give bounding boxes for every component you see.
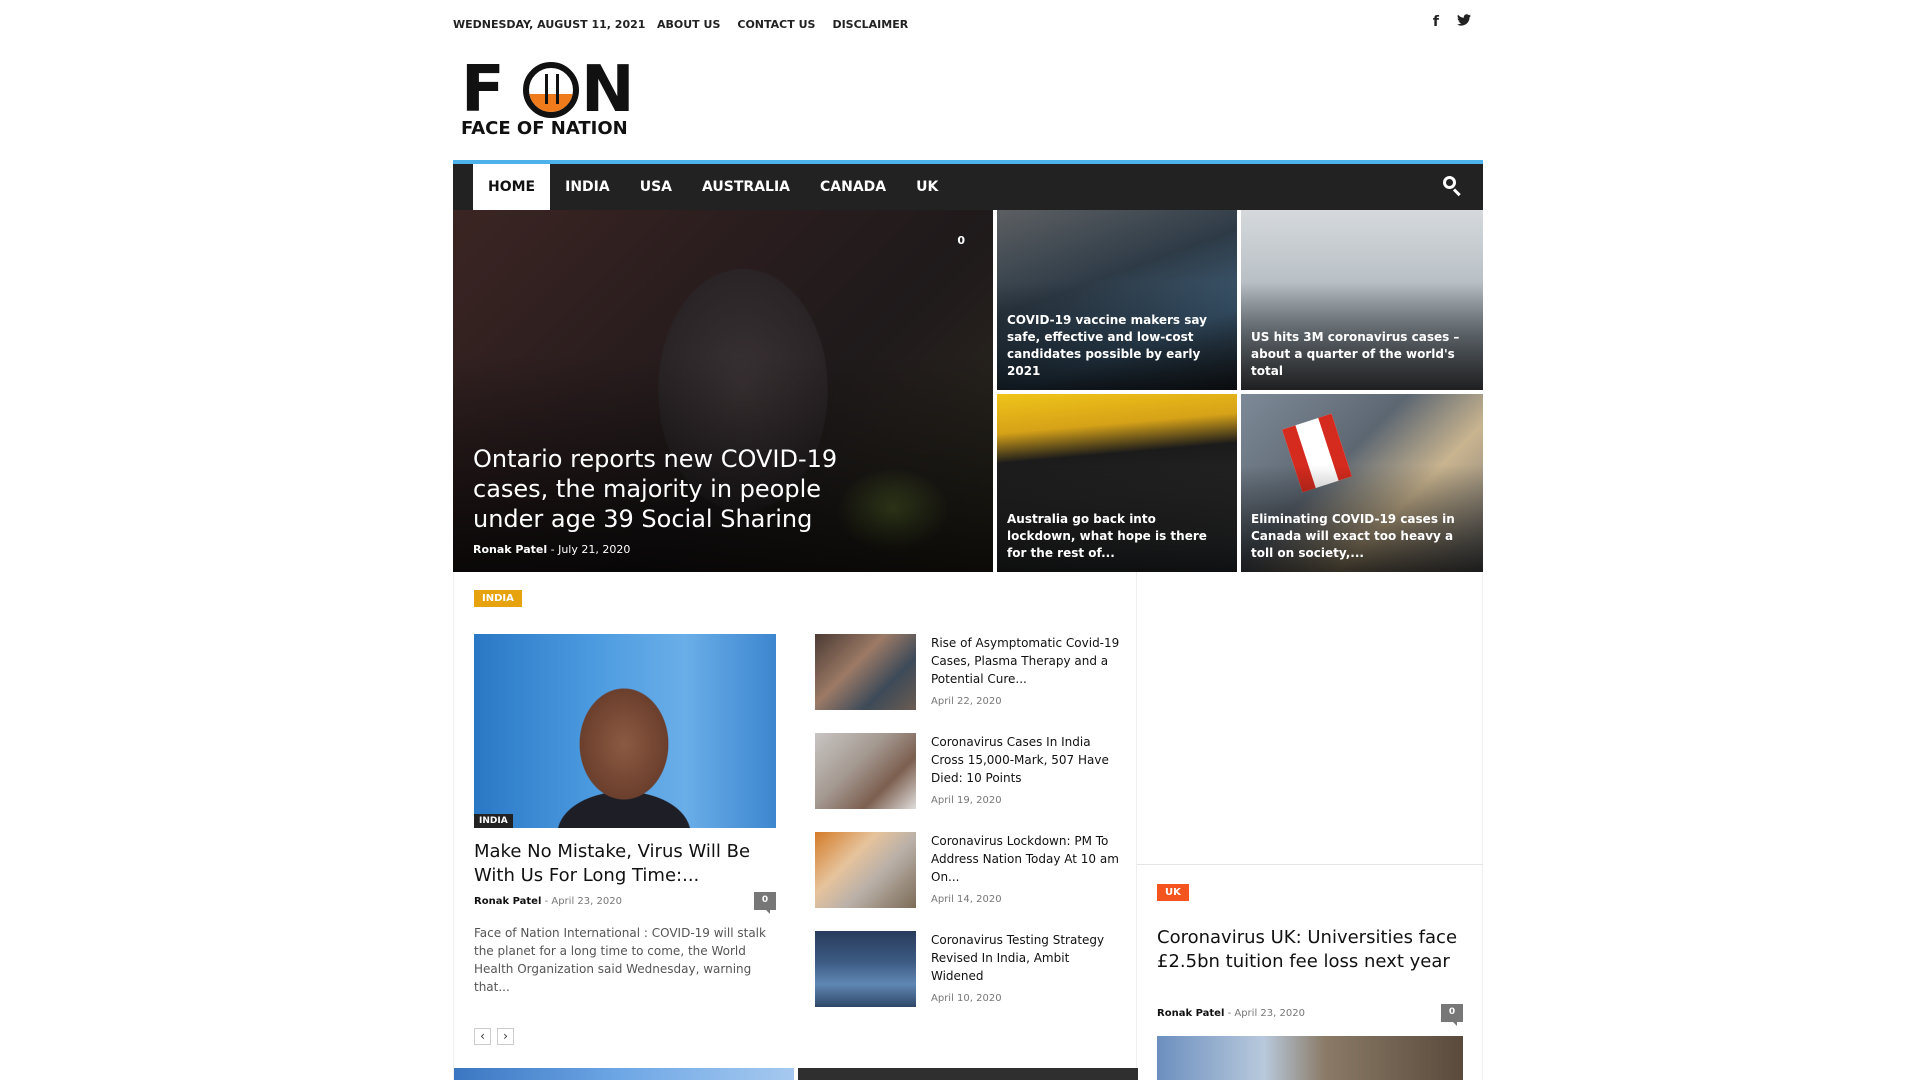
featured-article-title[interactable]: Make No Mistake, Virus Will Be With Us F…	[474, 840, 776, 888]
india-featured-article: INDIA Make No Mistake, Virus Will Be Wit…	[474, 634, 776, 996]
next-block-images	[454, 1068, 1138, 1080]
nav-item-uk[interactable]: UK	[901, 164, 953, 210]
top-menu-contact-us[interactable]: CONTACT US	[737, 18, 815, 31]
social-links: f	[1433, 14, 1471, 30]
hero-tile-title[interactable]: Eliminating COVID-19 cases in Canada wil…	[1251, 511, 1473, 562]
next-article-image[interactable]	[454, 1068, 794, 1080]
facebook-icon[interactable]: f	[1433, 14, 1439, 30]
list-item-title[interactable]: Coronavirus Lockdown: PM To Address Nati…	[931, 832, 1121, 886]
logo-letter-f: F	[461, 53, 505, 127]
pager-prev-button[interactable]: ‹	[474, 1028, 491, 1045]
uk-article-meta: Ronak Patel - April 23, 2020 0	[1157, 1004, 1463, 1026]
site-logo[interactable]: F N FACE OF NATION	[461, 58, 639, 140]
featured-article-author[interactable]: Ronak Patel	[474, 896, 541, 907]
sidebar: UK Coronavirus UK: Universities face £2.…	[1137, 572, 1483, 1080]
list-item-title[interactable]: Rise of Asymptomatic Covid-19 Cases, Pla…	[931, 634, 1121, 688]
list-item: Rise of Asymptomatic Covid-19 Cases, Pla…	[815, 634, 1125, 733]
logo-tagline: FACE OF NATION	[461, 118, 628, 139]
uk-article-comment-count[interactable]: 0	[1441, 1004, 1463, 1026]
list-item-thumbnail[interactable]	[815, 931, 916, 1007]
pager-next-button[interactable]: ›	[497, 1028, 514, 1045]
hero-main-article[interactable]: 0 Ontario reports new COVID-19 cases, th…	[453, 210, 993, 572]
search-icon-lens	[1443, 176, 1456, 189]
featured-article-comment-count[interactable]: 0	[754, 892, 776, 914]
hero-grid: 0 Ontario reports new COVID-19 cases, th…	[453, 210, 1483, 572]
hero-tile-australia[interactable]: Australia go back into lockdown, what ho…	[997, 394, 1237, 572]
hero-tile-title[interactable]: COVID-19 vaccine makers say safe, effect…	[1007, 312, 1227, 380]
hero-main-meta: Ronak Patel - July 21, 2020	[473, 543, 630, 556]
hero-tile-us-cases[interactable]: US hits 3M coronavirus cases – about a q…	[1241, 210, 1483, 390]
india-category-badge[interactable]: INDIA	[474, 590, 522, 607]
list-item-title[interactable]: Coronavirus Testing Strategy Revised In …	[931, 931, 1121, 985]
uk-article-image[interactable]	[1157, 1036, 1463, 1080]
hero-tile-canada[interactable]: Eliminating COVID-19 cases in Canada wil…	[1241, 394, 1483, 572]
list-item-date: April 14, 2020	[931, 894, 1002, 905]
meta-separator: -	[550, 543, 559, 556]
list-item-date: April 19, 2020	[931, 795, 1002, 806]
hero-tile-vaccine[interactable]: COVID-19 vaccine makers say safe, effect…	[997, 210, 1237, 390]
list-item-date: April 22, 2020	[931, 696, 1002, 707]
next-article-image[interactable]	[798, 1068, 1138, 1080]
list-item-thumbnail[interactable]	[815, 634, 916, 710]
nav-item-australia[interactable]: AUSTRALIA	[687, 164, 805, 210]
list-item-thumbnail[interactable]	[815, 832, 916, 908]
top-menu: ABOUT US CONTACT US DISCLAIMER	[657, 18, 908, 31]
nav-menu: HOME INDIA USA AUSTRALIA CANADA UK	[473, 164, 953, 210]
top-menu-about-us[interactable]: ABOUT US	[657, 18, 720, 31]
block-pager: ‹ ›	[474, 1028, 514, 1045]
hero-main-title[interactable]: Ontario reports new COVID-19 cases, the …	[473, 444, 843, 534]
uk-article-title[interactable]: Coronavirus UK: Universities face £2.5bn…	[1157, 926, 1467, 974]
top-bar: WEDNESDAY, AUGUST 11, 2021 ABOUT US CONT…	[453, 0, 1483, 48]
hero-main-comment-count[interactable]: 0	[957, 234, 965, 247]
logo-letter-n: N	[581, 53, 635, 127]
logo-emblem-icon	[523, 62, 579, 118]
hero-tile-title[interactable]: Australia go back into lockdown, what ho…	[1007, 511, 1227, 562]
nav-item-india[interactable]: INDIA	[550, 164, 625, 210]
list-item: Coronavirus Lockdown: PM To Address Nati…	[815, 832, 1125, 931]
list-item-thumbnail[interactable]	[815, 733, 916, 809]
featured-article-category[interactable]: INDIA	[474, 814, 513, 828]
featured-article-date: April 23, 2020	[551, 896, 622, 907]
uk-article-author[interactable]: Ronak Patel	[1157, 1008, 1224, 1019]
list-item-date: April 10, 2020	[931, 993, 1002, 1004]
search-icon[interactable]	[1443, 176, 1463, 197]
list-item: Coronavirus Cases In India Cross 15,000-…	[815, 733, 1125, 832]
list-item: Coronavirus Testing Strategy Revised In …	[815, 931, 1125, 1030]
featured-article-image[interactable]: INDIA	[474, 634, 776, 828]
logo-emblem-figure	[545, 74, 559, 104]
uk-article-date: April 23, 2020	[1234, 1008, 1305, 1019]
featured-article-meta: Ronak Patel - April 23, 2020 0	[474, 892, 776, 914]
main-nav: HOME INDIA USA AUSTRALIA CANADA UK	[453, 160, 1483, 210]
hero-tile-title[interactable]: US hits 3M coronavirus cases – about a q…	[1251, 329, 1473, 380]
list-item-title[interactable]: Coronavirus Cases In India Cross 15,000-…	[931, 733, 1121, 787]
featured-article-excerpt: Face of Nation International : COVID-19 …	[474, 926, 766, 994]
nav-item-usa[interactable]: USA	[625, 164, 687, 210]
twitter-icon[interactable]	[1457, 14, 1471, 30]
hero-main-date: July 21, 2020	[558, 543, 631, 556]
sidebar-divider	[1137, 864, 1483, 865]
top-menu-disclaimer[interactable]: DISCLAIMER	[832, 18, 908, 31]
search-icon-handle	[1452, 188, 1461, 197]
nav-item-home[interactable]: HOME	[473, 164, 551, 210]
india-news-block: INDIA INDIA Make No Mistake, Virus Will …	[453, 572, 1138, 1080]
india-article-list: Rise of Asymptomatic Covid-19 Cases, Pla…	[815, 634, 1125, 1030]
top-date: WEDNESDAY, AUGUST 11, 2021	[453, 18, 646, 31]
hero-main-author[interactable]: Ronak Patel	[473, 543, 547, 556]
nav-item-canada[interactable]: CANADA	[805, 164, 901, 210]
uk-category-badge[interactable]: UK	[1157, 884, 1189, 901]
